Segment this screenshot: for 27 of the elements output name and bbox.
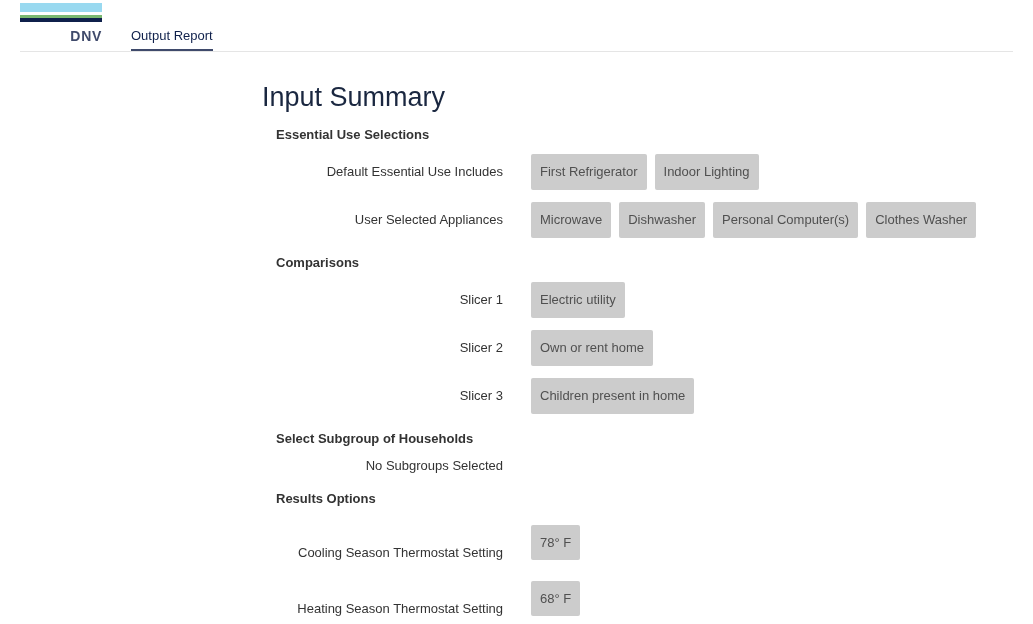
selection-chip: 68° F bbox=[531, 580, 581, 616]
section-heading: Results Options bbox=[276, 490, 377, 509]
empty-note: No Subgroups Selected bbox=[364, 457, 503, 476]
row-label: Cooling Season Thermostat Setting bbox=[297, 543, 503, 562]
selection-chip: Dishwasher bbox=[619, 202, 706, 238]
section-heading: Select Subgroup of Households bbox=[276, 430, 475, 449]
selection-chip: Own or rent home bbox=[531, 330, 654, 366]
row-label: Heating Season Thermostat Setting bbox=[296, 599, 503, 618]
selection-chip: 78° F bbox=[531, 524, 581, 560]
row-label: Slicer 1 bbox=[458, 291, 503, 310]
selection-chip: Clothes Washer bbox=[866, 202, 977, 238]
section-heading: Comparisons bbox=[276, 254, 361, 273]
row-label: Default Essential Use Includes bbox=[325, 163, 503, 182]
section-heading: Essential Use Selections bbox=[276, 126, 431, 145]
row-label: Slicer 3 bbox=[458, 387, 503, 406]
selection-chip: Microwave bbox=[531, 202, 612, 238]
selection-chip: Electric utility bbox=[531, 282, 625, 318]
row-label: User Selected Appliances bbox=[353, 211, 503, 230]
row-label: Slicer 2 bbox=[458, 339, 503, 358]
logo-stripes-icon bbox=[20, 3, 102, 23]
selection-chip: Children present in home bbox=[531, 378, 695, 414]
selection-chip: First Refrigerator bbox=[531, 154, 647, 190]
selection-chip: Personal Computer(s) bbox=[713, 202, 859, 238]
selection-chip: Indoor Lighting bbox=[654, 154, 759, 190]
page-title: Input Summary bbox=[262, 81, 447, 114]
nav-tab[interactable]: Output Report bbox=[131, 25, 213, 51]
logo-text: DNV bbox=[70, 29, 102, 43]
